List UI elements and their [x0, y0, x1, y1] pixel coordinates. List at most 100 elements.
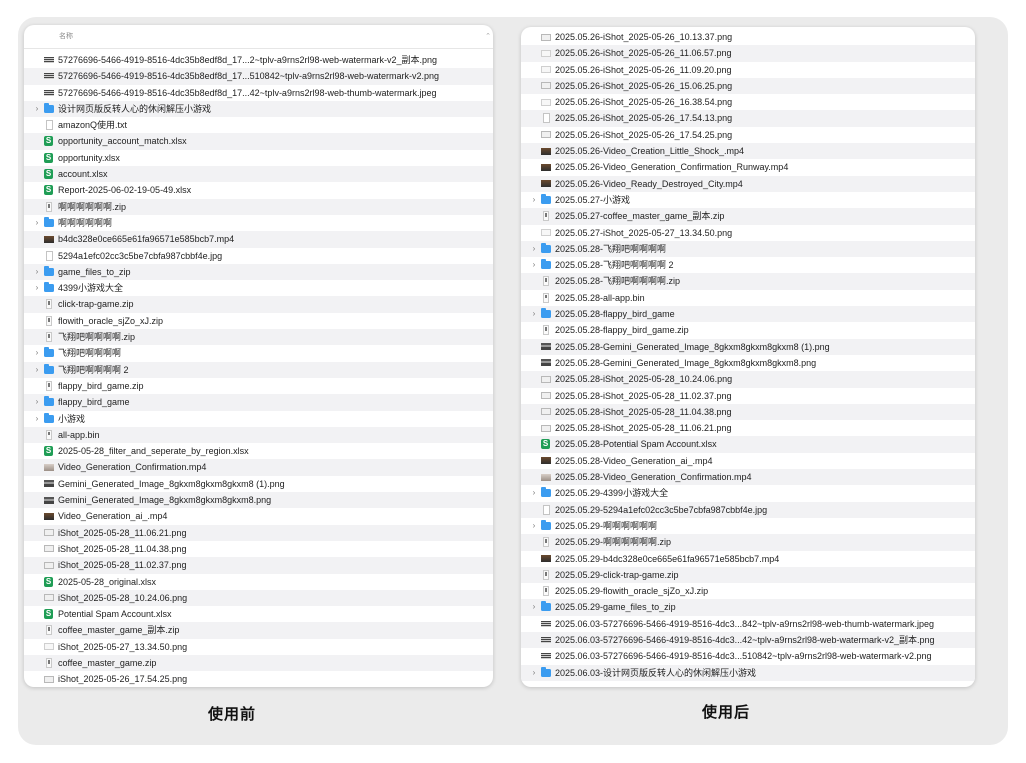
folder-row[interactable]: › 4399小游戏大全: [24, 280, 493, 296]
folder-row[interactable]: › 2025.05.29-啊啊啊啊啊啊: [521, 518, 975, 534]
file-row[interactable]: 2025.05.26-iShot_2025-05-26_10.13.37.png: [521, 29, 975, 45]
file-row[interactable]: iShot_2025-05-28_11.02.37.png: [24, 557, 493, 574]
file-row[interactable]: 2025.05.26-Video_Generation_Confirmation…: [521, 159, 975, 175]
file-row[interactable]: 2025.06.03-57276696-5466-4919-8516-4dc3.…: [521, 648, 975, 664]
file-row[interactable]: Video_Generation_ai_.mp4: [24, 508, 493, 524]
file-row[interactable]: account.xlsx: [24, 166, 493, 183]
file-row[interactable]: iShot_2025-05-28_11.06.21.png: [24, 524, 493, 541]
file-row[interactable]: flappy_bird_game.zip: [24, 378, 493, 394]
file-row[interactable]: 2025.05.26-Video_Creation_Little_Shock_.…: [521, 143, 975, 160]
file-row[interactable]: Gemini_Generated_Image_8gkxm8gkxm8gkxm8.…: [24, 492, 493, 509]
file-row[interactable]: iShot_2025-05-26_17.54.25.png: [24, 671, 493, 687]
file-row[interactable]: 2025.05.28-iShot_2025-05-28_11.04.38.png: [521, 403, 975, 421]
folder-row[interactable]: › 2025.05.29-4399小游戏大全: [521, 485, 975, 501]
disclosure-chevron-icon[interactable]: ›: [530, 485, 538, 501]
file-row[interactable]: 飞翔吧啊啊啊啊.zip: [24, 329, 493, 346]
file-row[interactable]: iShot_2025-05-28_11.04.38.png: [24, 541, 493, 557]
file-row[interactable]: Video_Generation_Confirmation.mp4: [24, 459, 493, 476]
file-row[interactable]: 2025.05.28-飞翔吧啊啊啊啊.zip: [521, 273, 975, 290]
file-name: 飞翔吧啊啊啊啊: [58, 348, 122, 359]
file-row[interactable]: 2025.05.28-Video_Generation_ai_.mp4: [521, 453, 975, 469]
file-row[interactable]: 2025.06.03-57276696-5466-4919-8516-4dc3.…: [521, 616, 975, 632]
file-row[interactable]: 2025.05.29-click-trap-game.zip: [521, 566, 975, 584]
file-row[interactable]: 2025.05.26-iShot_2025-05-26_11.06.57.png: [521, 45, 975, 62]
folder-row[interactable]: › 2025.05.28-飞翔吧啊啊啊啊 2: [521, 257, 975, 273]
file-row[interactable]: Gemini_Generated_Image_8gkxm8gkxm8gkxm8 …: [24, 476, 493, 492]
file-row[interactable]: opportunity.xlsx: [24, 150, 493, 166]
file-row[interactable]: 5294a1efc02cc3c5be7cbfa987cbbf4e.jpg: [24, 248, 493, 264]
folder-row[interactable]: › 啊啊啊啊啊啊: [24, 215, 493, 231]
folder-row[interactable]: › 2025.05.27-小游戏: [521, 192, 975, 208]
file-row[interactable]: 2025.05.28-flappy_bird_game.zip: [521, 322, 975, 338]
disclosure-chevron-icon[interactable]: ›: [530, 257, 538, 273]
file-row[interactable]: flowith_oracle_sjZo_xJ.zip: [24, 313, 493, 329]
column-header[interactable]: 名称 ⌃: [24, 25, 493, 49]
disclosure-chevron-icon[interactable]: ›: [530, 192, 538, 208]
folder-row[interactable]: › 2025.05.29-game_files_to_zip: [521, 599, 975, 616]
folder-row[interactable]: › 设计网页版反转人心的休闲解压小游戏: [24, 100, 493, 118]
disclosure-chevron-icon[interactable]: ›: [530, 306, 538, 322]
file-row[interactable]: coffee_master_game_副本.zip: [24, 622, 493, 639]
disclosure-chevron-icon[interactable]: ›: [33, 280, 41, 296]
disclosure-chevron-icon[interactable]: ›: [33, 362, 41, 378]
file-row[interactable]: 57276696-5466-4919-8516-4dc35b8edf8d_17.…: [24, 85, 493, 101]
file-row[interactable]: 2025.05.26-iShot_2025-05-26_15.06.25.png: [521, 77, 975, 95]
folder-row[interactable]: › 飞翔吧啊啊啊啊 2: [24, 361, 493, 378]
file-row[interactable]: 2025.05.27-iShot_2025-05-27_13.34.50.png: [521, 225, 975, 241]
file-row[interactable]: 2025-05-28_original.xlsx: [24, 574, 493, 590]
file-row[interactable]: 57276696-5466-4919-8516-4dc35b8edf8d_17.…: [24, 68, 493, 85]
file-row[interactable]: amazonQ使用.txt: [24, 117, 493, 133]
file-row[interactable]: 2025.05.29-b4dc328e0ce665e61fa96571e585b…: [521, 551, 975, 567]
file-row[interactable]: 2025.05.28-iShot_2025-05-28_10.24.06.png: [521, 371, 975, 388]
file-row[interactable]: 2025-05-28_filter_and_seperate_by_region…: [24, 443, 493, 459]
zip-archive-icon: [46, 657, 52, 668]
disclosure-chevron-icon[interactable]: ›: [530, 599, 538, 615]
folder-row[interactable]: › game_files_to_zip: [24, 263, 493, 281]
file-row[interactable]: 2025.05.28-all-app.bin: [521, 290, 975, 306]
sort-chevron-icon[interactable]: ⌃: [485, 25, 491, 48]
folder-row[interactable]: › 2025.06.03-设计网页版反转人心的休闲解压小游戏: [521, 664, 975, 681]
file-row[interactable]: Potential Spam Account.xlsx: [24, 606, 493, 622]
disclosure-chevron-icon[interactable]: ›: [33, 215, 41, 231]
disclosure-chevron-icon[interactable]: ›: [530, 518, 538, 534]
file-row[interactable]: 2025.05.26-iShot_2025-05-26_16.38.54.png: [521, 94, 975, 110]
file-row[interactable]: 2025.05.29-啊啊啊啊啊啊.zip: [521, 534, 975, 551]
folder-row[interactable]: › 小游戏: [24, 411, 493, 427]
file-row[interactable]: 2025.05.27-coffee_master_game_副本.zip: [521, 208, 975, 225]
disclosure-chevron-icon[interactable]: ›: [33, 345, 41, 361]
file-row[interactable]: iShot_2025-05-27_13.34.50.png: [24, 639, 493, 655]
folder-row[interactable]: › 2025.05.28-flappy_bird_game: [521, 306, 975, 323]
folder-row[interactable]: › 飞翔吧啊啊啊啊: [24, 345, 493, 361]
file-row[interactable]: 2025.05.29-flowith_oracle_sjZo_xJ.zip: [521, 583, 975, 599]
disclosure-chevron-icon[interactable]: ›: [530, 241, 538, 257]
file-row[interactable]: 57276696-5466-4919-8516-4dc35b8edf8d_17.…: [24, 52, 493, 68]
file-row[interactable]: 2025.05.26-Video_Ready_Destroyed_City.mp…: [521, 175, 975, 192]
file-row[interactable]: Report-2025-06-02-19-05-49.xlsx: [24, 182, 493, 198]
disclosure-chevron-icon[interactable]: ›: [33, 411, 41, 427]
file-row[interactable]: 啊啊啊啊啊啊.zip: [24, 198, 493, 215]
disclosure-chevron-icon[interactable]: ›: [33, 264, 41, 280]
file-row[interactable]: iShot_2025-05-28_10.24.06.png: [24, 589, 493, 607]
file-row[interactable]: 2025.05.29-5294a1efc02cc3c5be7cbfa987cbb…: [521, 501, 975, 518]
file-row[interactable]: coffee_master_game.zip: [24, 654, 493, 672]
file-row[interactable]: click-trap-game.zip: [24, 296, 493, 313]
disclosure-chevron-icon[interactable]: ›: [33, 101, 41, 117]
file-row[interactable]: 2025.05.26-iShot_2025-05-26_11.09.20.png: [521, 62, 975, 78]
file-row[interactable]: 2025.05.26-iShot_2025-05-26_17.54.13.png: [521, 110, 975, 127]
file-row[interactable]: 2025.05.26-iShot_2025-05-26_17.54.25.png: [521, 127, 975, 143]
folder-row[interactable]: › flappy_bird_game: [24, 394, 493, 411]
file-row[interactable]: 2025.05.28-Gemini_Generated_Image_8gkxm8…: [521, 355, 975, 371]
file-row[interactable]: b4dc328e0ce665e61fa96571e585bcb7.mp4: [24, 231, 493, 248]
file-row[interactable]: 2025.05.28-Video_Generation_Confirmation…: [521, 469, 975, 486]
file-row[interactable]: 2025.06.03-57276696-5466-4919-8516-4dc3.…: [521, 631, 975, 649]
folder-row[interactable]: › 2025.05.28-飞翔吧啊啊啊啊: [521, 240, 975, 258]
file-row[interactable]: opportunity_account_match.xlsx: [24, 133, 493, 150]
disclosure-chevron-icon[interactable]: ›: [33, 394, 41, 410]
file-row[interactable]: 2025.05.28-Potential Spam Account.xlsx: [521, 436, 975, 453]
file-row[interactable]: 2025.05.28-iShot_2025-05-28_11.06.21.png: [521, 420, 975, 436]
file-row[interactable]: 2025.05.28-Gemini_Generated_Image_8gkxm8…: [521, 338, 975, 355]
file-row[interactable]: 2025.05.28-iShot_2025-05-28_11.02.37.png: [521, 388, 975, 404]
disclosure-chevron-icon[interactable]: ›: [530, 665, 538, 681]
file-name: coffee_master_game.zip: [58, 657, 157, 668]
file-row[interactable]: all-app.bin: [24, 426, 493, 444]
